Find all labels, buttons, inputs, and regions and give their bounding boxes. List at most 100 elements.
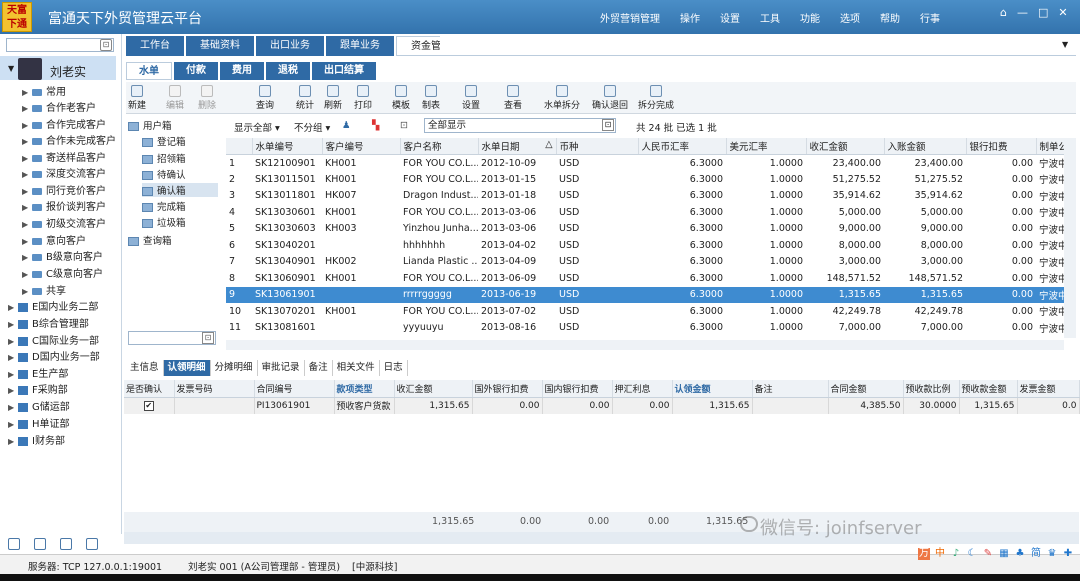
chevron-right-icon[interactable]: ▶ [22, 270, 32, 279]
table-row[interactable]: 2 SK13011501 KH001 FOR YOU CO.L... 2013-01-1… [226, 171, 1064, 188]
chevron-right-icon[interactable]: ▶ [8, 386, 18, 395]
sidebar-item[interactable]: ▶ 常用 [22, 83, 66, 98]
column-header[interactable]: 预收款比例 [903, 380, 960, 398]
tab-related-files[interactable]: 相关文件 [333, 360, 380, 376]
tab-allocation-detail[interactable]: 分摊明细 [211, 360, 258, 376]
column-header[interactable]: 客户编号 [322, 138, 401, 155]
column-header[interactable] [226, 138, 253, 155]
settings-button[interactable]: 设置 [462, 85, 480, 111]
ime-simplified-icon[interactable]: 简 [1030, 548, 1042, 560]
chevron-right-icon[interactable]: ▶ [8, 303, 18, 312]
sidebar-item[interactable]: ▶ 初级交流客户 [22, 215, 106, 230]
column-header[interactable]: 收汇金额 [394, 380, 473, 398]
column-header[interactable]: 押汇利息 [612, 380, 673, 398]
column-header[interactable]: 水单编号 [252, 138, 323, 155]
sidebar-org[interactable]: ▶ E国内业务二部 [8, 298, 98, 313]
sidebar-org[interactable]: ▶ D国内业务一部 [8, 348, 100, 363]
table-row[interactable]: 11 SK13081601 yyyuuyu 2013-08-16 USD 6.3000 1.… [226, 320, 1064, 337]
column-header[interactable]: 备注 [752, 380, 829, 398]
tab-claim-detail[interactable]: 认领明细 [163, 360, 211, 376]
inbox-search-input[interactable]: ⊡ [128, 331, 216, 345]
template-button[interactable]: 模板 [392, 85, 410, 111]
inbox-item[interactable]: 登记箱 [142, 134, 186, 148]
confirm-checkbox[interactable]: ✔ [124, 397, 175, 414]
column-header[interactable]: 币种 [556, 138, 639, 155]
chevron-right-icon[interactable]: ▶ [22, 287, 32, 296]
tab-tax-refund[interactable]: 退税 [266, 62, 310, 80]
chevron-right-icon[interactable]: ▶ [22, 137, 32, 146]
top-nav-functions[interactable]: 功能 [800, 10, 820, 25]
sidebar-item[interactable]: ▶ B级意向客户 [22, 248, 103, 263]
refresh-button[interactable]: 刷新 [324, 85, 342, 111]
sidebar-item[interactable]: ▶ C级意向客户 [22, 265, 103, 280]
inbox-item[interactable]: 待确认 [142, 167, 186, 181]
chevron-down-icon[interactable]: ▼ [1062, 40, 1068, 49]
minimize-icon[interactable]: — [1017, 6, 1028, 19]
chevron-right-icon[interactable]: ▶ [22, 253, 32, 262]
sidebar-org[interactable]: ▶ F采购部 [8, 381, 68, 396]
sidebar-item[interactable]: ▶ 合作完成客户 [22, 116, 106, 131]
maximize-icon[interactable]: □ [1038, 6, 1048, 19]
top-nav-help[interactable]: 帮助 [880, 10, 900, 25]
column-header[interactable]: 国内银行扣费 [542, 380, 613, 398]
query-button[interactable]: 查询 [256, 85, 274, 111]
tab-follow-up[interactable]: 跟单业务 [326, 36, 394, 56]
table-row[interactable]: 6 SK13040201 hhhhhhh 2013-04-02 USD 6.3000 1.0… [226, 237, 1064, 254]
chevron-down-icon[interactable]: ▼ [8, 64, 14, 73]
tab-log[interactable]: 日志 [380, 360, 408, 376]
chevron-right-icon[interactable]: ▶ [8, 420, 18, 429]
tab-export-settlement[interactable]: 出口结算 [312, 62, 376, 80]
chevron-right-icon[interactable]: ▶ [22, 187, 32, 196]
tab-base-data[interactable]: 基础资料 [186, 36, 254, 56]
top-nav-marketing[interactable]: 外贸营销管理 [600, 10, 660, 25]
confirm-return-button[interactable]: 确认退回 [592, 85, 628, 111]
top-nav-settings[interactable]: 设置 [720, 10, 740, 25]
column-header[interactable]: 是否确认 [124, 380, 175, 398]
tabulate-button[interactable]: 制表 [422, 85, 440, 111]
ime-moon-icon[interactable]: ☾ [966, 548, 978, 560]
chevron-right-icon[interactable]: ▶ [8, 403, 18, 412]
home-icon[interactable]: ⌂ [1000, 6, 1007, 19]
column-header[interactable]: 收汇金额 [806, 138, 885, 155]
tab-main-info[interactable]: 主信息 [126, 360, 164, 376]
ime-keyboard-icon[interactable]: ▦ [998, 548, 1010, 560]
ime-chinese-icon[interactable]: 中 [934, 548, 946, 560]
horizontal-scrollbar[interactable] [226, 340, 1064, 350]
show-all-dropdown[interactable]: 显示全部 ▾ [234, 120, 280, 134]
tab-approval-log[interactable]: 审批记录 [258, 360, 305, 376]
inbox-item[interactable]: 垃圾箱 [142, 215, 186, 229]
edit-button[interactable]: 编辑 [166, 85, 184, 111]
close-icon[interactable]: ✕ [1058, 6, 1067, 19]
sidebar-item[interactable]: ▶ 报价谈判客户 [22, 198, 106, 213]
sync-icon[interactable] [34, 538, 46, 550]
ime-user-icon[interactable]: ♛ [1046, 548, 1058, 560]
filter-search-input[interactable]: 全部显示 ⊡ [424, 118, 616, 133]
print-button[interactable]: 打印 [354, 85, 372, 111]
chevron-right-icon[interactable]: ▶ [8, 437, 18, 446]
tab-expense[interactable]: 费用 [220, 62, 264, 80]
search-icon[interactable]: ⊡ [602, 119, 614, 131]
table-row[interactable]: ✔ PI13061901 预收客户货款 1,315.65 0.00 0.00 0… [124, 397, 1080, 414]
tab-notes[interactable]: 备注 [305, 360, 333, 376]
top-nav-tools[interactable]: 工具 [760, 10, 780, 25]
table-row[interactable]: 5 SK13030603 KH003 Yinzhou Junha... 2013-03-… [226, 221, 1064, 238]
table-row[interactable]: 3 SK13011801 HK007 Dragon Indust... 2013-01-… [226, 188, 1064, 205]
chevron-right-icon[interactable]: ▶ [22, 121, 32, 130]
sidebar-org[interactable]: ▶ I财务部 [8, 432, 65, 447]
sidebar-org[interactable]: ▶ G储运部 [8, 398, 70, 413]
contacts-icon[interactable] [8, 538, 20, 550]
chevron-right-icon[interactable]: ▶ [22, 154, 32, 163]
top-nav-calendar[interactable]: 行事 [920, 10, 940, 25]
sidebar-org[interactable]: ▶ B综合管理部 [8, 315, 89, 330]
column-header[interactable]: 款项类型 [334, 380, 395, 398]
search-icon[interactable]: ⊡ [202, 332, 214, 344]
table-row[interactable]: 4 SK13030601 KH001 FOR YOU CO.L... 2013-03-0… [226, 204, 1064, 221]
column-header[interactable]: 客户名称 [400, 138, 479, 155]
chevron-right-icon[interactable]: ▶ [22, 237, 32, 246]
column-header[interactable]: 国外银行扣费 [472, 380, 543, 398]
table-row[interactable]: 10 SK13070201 KH001 FOR YOU CO.L... 2013-07-… [226, 303, 1064, 320]
view-button[interactable]: 查看 [504, 85, 522, 111]
filter-icon[interactable]: ⊡ [400, 120, 408, 131]
ime-music-icon[interactable]: ♪ [950, 548, 962, 560]
table-row[interactable]: 9 SK13061901 rrrrrggggg 2013-06-19 USD 6.3000… [226, 286, 1064, 303]
